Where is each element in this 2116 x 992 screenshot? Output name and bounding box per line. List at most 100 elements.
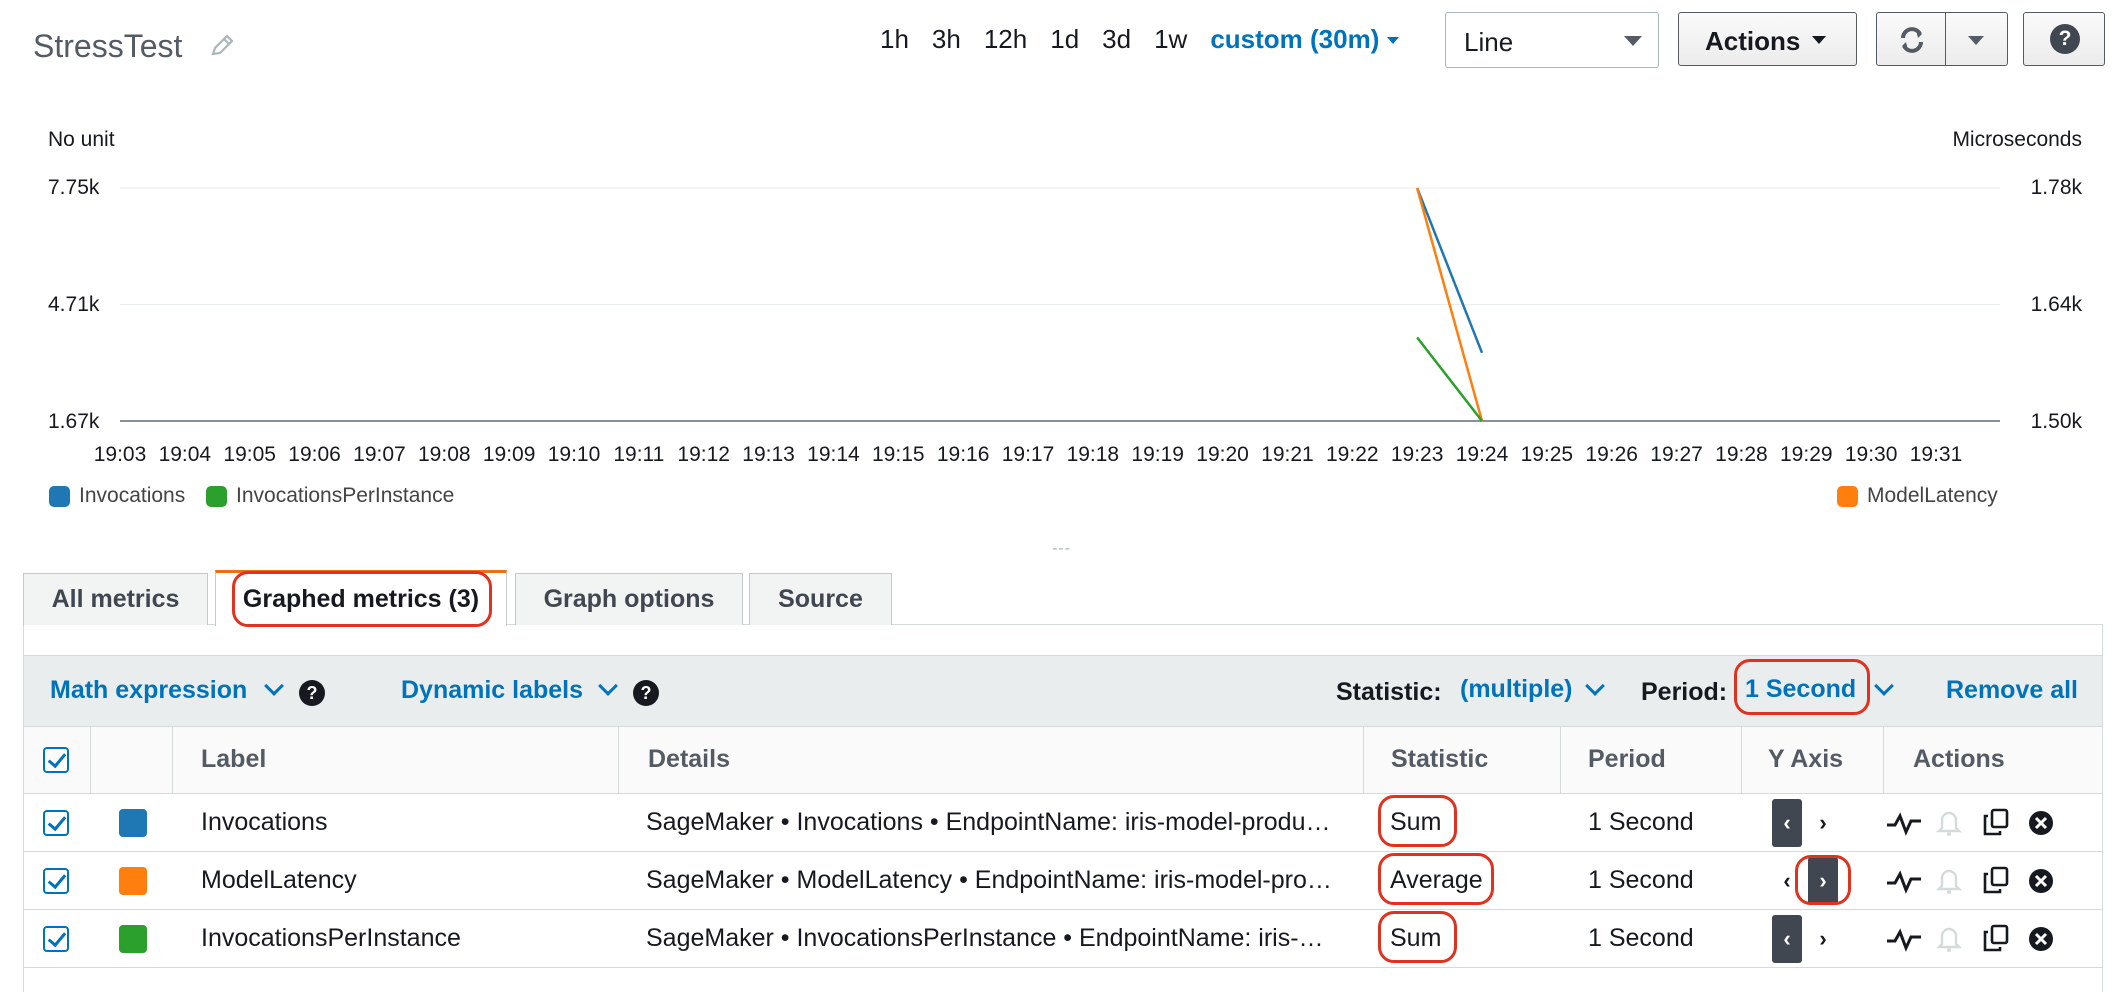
duplicate-icon[interactable] (1981, 923, 2011, 953)
chevron-down-icon[interactable] (264, 676, 284, 696)
refresh-icon (1901, 27, 1923, 53)
resize-handle[interactable]: --- (1052, 540, 1071, 558)
time-range-1h[interactable]: 1h (880, 24, 909, 55)
time-range-12h[interactable]: 12h (984, 24, 1027, 55)
edit-pencil-icon[interactable] (208, 32, 236, 60)
x-tick-label: 19:28 (1715, 443, 1768, 466)
chevron-down-icon[interactable] (1874, 676, 1894, 696)
dynamic-labels-button[interactable]: Dynamic labels (401, 676, 583, 705)
series-color-swatch[interactable] (119, 809, 147, 837)
duplicate-icon[interactable] (1981, 865, 2011, 895)
row-checkbox[interactable] (43, 810, 69, 836)
help-icon[interactable]: ? (299, 680, 325, 706)
y-axis-right-button[interactable]: › (1808, 915, 1838, 963)
refresh-interval-dropdown[interactable] (1945, 12, 2008, 66)
period-dropdown[interactable]: 1 Second (1745, 675, 1856, 704)
row-checkbox[interactable] (43, 926, 69, 952)
x-tick-label: 19:25 (1520, 443, 1574, 466)
statistic-dropdown[interactable]: (multiple) (1460, 675, 1573, 704)
legend-swatch (206, 485, 227, 507)
tab-all-metrics[interactable]: All metrics (23, 573, 208, 625)
legend-item-invocations-per-instance[interactable]: InvocationsPerInstance (206, 484, 454, 508)
panel-border (2102, 968, 2103, 992)
chevron-down-icon (1624, 36, 1642, 46)
graph-type-value: Line (1464, 27, 1514, 57)
x-tick-label: 19:26 (1585, 443, 1638, 466)
row-period[interactable]: 1 Second (1588, 924, 1694, 953)
row-statistic[interactable]: Sum (1390, 808, 1441, 837)
duplicate-icon[interactable] (1981, 807, 2011, 837)
column-header-details[interactable]: Details (648, 745, 730, 774)
refresh-button[interactable] (1876, 12, 1946, 66)
row-statistic[interactable]: Average (1390, 866, 1483, 895)
column-divider (1741, 727, 1742, 794)
row-label[interactable]: ModelLatency (201, 866, 357, 895)
help-icon: ? (2050, 24, 2080, 54)
graph-type-select[interactable]: Line (1445, 12, 1659, 68)
math-expression-button[interactable]: Math expression (50, 676, 247, 705)
x-tick-label: 19:15 (872, 443, 925, 466)
help-button[interactable]: ? (2023, 12, 2105, 66)
tab-source[interactable]: Source (749, 573, 892, 625)
legend-swatch (49, 485, 70, 507)
y-axis-left-button[interactable]: ‹ (1772, 857, 1802, 905)
row-checkbox[interactable] (43, 868, 69, 894)
alarm-bell-icon (1936, 869, 1962, 894)
x-tick-label: 19:04 (158, 443, 212, 466)
x-tick-label: 19:03 (93, 443, 147, 466)
time-range-3h[interactable]: 3h (932, 24, 961, 55)
column-divider (618, 727, 619, 794)
series-line-modellatency (1415, 187, 1484, 422)
legend-item-invocations[interactable]: Invocations (49, 484, 185, 508)
x-tick-label: 19:22 (1326, 443, 1379, 466)
chevron-down-icon[interactable] (598, 676, 618, 696)
graph-metric-icon[interactable] (1885, 866, 1923, 896)
chevron-down-icon[interactable] (1585, 676, 1605, 696)
series-color-swatch[interactable] (119, 925, 147, 953)
custom-range-caret-icon[interactable] (1387, 37, 1400, 44)
graph-metric-icon[interactable] (1885, 924, 1923, 954)
row-period[interactable]: 1 Second (1588, 866, 1694, 895)
x-tick-label: 19:11 (613, 443, 665, 466)
actions-button-label: Actions (1705, 26, 1801, 56)
row-period[interactable]: 1 Second (1588, 808, 1694, 837)
legend-item-model-latency[interactable]: ModelLatency (1837, 484, 1998, 508)
column-header-label[interactable]: Label (201, 745, 266, 774)
remove-icon[interactable] (2026, 808, 2056, 838)
help-icon[interactable]: ? (633, 680, 659, 706)
row-label[interactable]: Invocations (201, 808, 327, 837)
series-color-swatch[interactable] (119, 867, 147, 895)
time-range-3d[interactable]: 3d (1102, 24, 1131, 55)
column-header-statistic[interactable]: Statistic (1391, 745, 1488, 774)
x-tick-label: 19:06 (288, 443, 341, 466)
y-axis-right-button[interactable]: › (1808, 799, 1838, 847)
y-axis-left-button[interactable]: ‹ (1772, 915, 1802, 963)
x-tick-label: 19:20 (1196, 443, 1249, 466)
remove-icon[interactable] (2026, 866, 2056, 896)
column-header-period[interactable]: Period (1588, 745, 1666, 774)
x-tick-label: 19:16 (936, 443, 990, 466)
row-label[interactable]: InvocationsPerInstance (201, 924, 461, 953)
x-tick-label: 19:18 (1066, 443, 1120, 466)
column-header-y-axis[interactable]: Y Axis (1768, 745, 1843, 774)
time-range-1d[interactable]: 1d (1050, 24, 1079, 55)
actions-button[interactable]: Actions (1678, 12, 1857, 66)
row-details: SageMaker • InvocationsPerInstance • End… (646, 924, 1324, 952)
select-all-checkbox[interactable] (43, 747, 69, 773)
table-row: Invocations SageMaker • Invocations • En… (23, 794, 2103, 852)
time-range-custom[interactable]: custom (30m) (1210, 24, 1379, 55)
tab-graph-options[interactable]: Graph options (515, 573, 743, 625)
remove-icon[interactable] (2026, 924, 2056, 954)
graph-metric-icon[interactable] (1885, 808, 1923, 838)
y-left-tick: 4.71k (48, 293, 100, 316)
y-axis-left-button[interactable]: ‹ (1772, 799, 1802, 847)
remove-all-button[interactable]: Remove all (1946, 676, 2078, 705)
row-statistic[interactable]: Sum (1390, 924, 1441, 953)
x-tick-label: 19:31 (1909, 443, 1963, 466)
legend-label: Invocations (79, 484, 186, 507)
tab-graphed-metrics[interactable]: Graphed metrics (3) (215, 570, 507, 626)
x-tick-label: 19:12 (677, 443, 730, 466)
y-axis-right-button[interactable]: › (1808, 857, 1838, 905)
time-range-1w[interactable]: 1w (1154, 24, 1187, 55)
column-header-actions[interactable]: Actions (1913, 745, 2005, 774)
